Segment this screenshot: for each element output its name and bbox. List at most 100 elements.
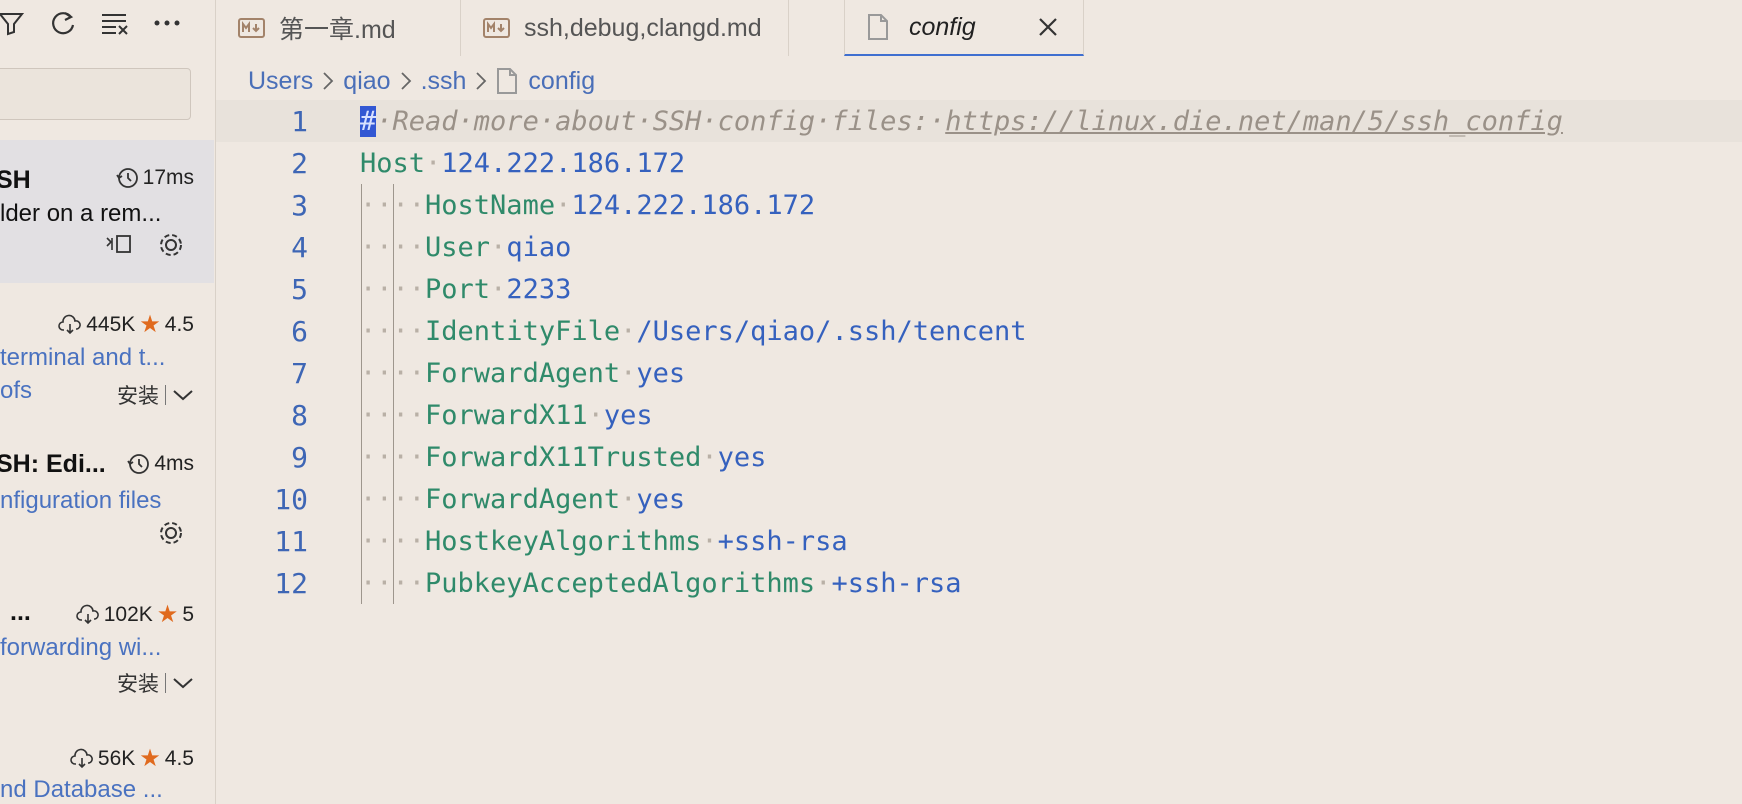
rating: 5	[182, 602, 194, 626]
code-line[interactable]: 5 ····Port·2233	[216, 268, 1742, 310]
indent-guide	[393, 184, 394, 604]
line-content: ····ForwardX11Trusted·yes	[360, 442, 766, 473]
config-key: PubkeyAcceptedAlgorithms	[425, 567, 816, 599]
extension-item[interactable]: 56K ★ 4.5 nd Database ...	[0, 740, 214, 804]
line-number: 11	[274, 524, 308, 558]
more-icon[interactable]	[152, 8, 182, 38]
config-key: HostkeyAlgorithms	[425, 525, 702, 557]
extension-meta: 445K ★ 4.5	[58, 310, 194, 339]
indent-guide	[361, 184, 362, 604]
whitespace: ·	[620, 315, 637, 347]
chevron-down-icon[interactable]	[172, 676, 194, 690]
install-label: 安装	[117, 385, 159, 408]
extension-description: lder on a rem...	[0, 200, 162, 227]
code-line[interactable]: 7 ····ForwardAgent·yes	[216, 352, 1742, 394]
download-cloud-icon	[70, 748, 93, 768]
line-content: ····HostkeyAlgorithms·+ssh-rsa	[360, 526, 848, 557]
chevron-down-icon[interactable]	[172, 388, 194, 402]
whitespace: ·	[620, 357, 637, 389]
line-number: 5	[291, 272, 308, 306]
line-number: 10	[274, 482, 308, 516]
tab-chapter-one[interactable]: 第一章.md	[216, 0, 461, 56]
star-icon: ★	[139, 745, 161, 772]
line-content: ····Port·2233	[360, 274, 571, 305]
line-content: ····User·qiao	[360, 232, 571, 263]
tab-config[interactable]: config	[844, 0, 1084, 56]
editor-tab-bar: 第一章.md ssh,debug,clangd.md config	[216, 0, 1742, 57]
extension-name: SH: Edi...	[0, 450, 106, 478]
filter-icon[interactable]	[0, 8, 26, 38]
code-line[interactable]: 6 ····IdentityFile·/Users/qiao/.ssh/tence…	[216, 310, 1742, 352]
extension-meta: 56K ★ 4.5	[70, 744, 194, 773]
gear-icon[interactable]	[156, 518, 186, 553]
activation-time: 4ms	[154, 452, 194, 475]
whitespace: ·	[490, 273, 507, 305]
extension-description: terminal and t...	[0, 344, 166, 371]
install-button[interactable]: 安装	[117, 668, 194, 698]
install-button[interactable]: 安装	[117, 380, 194, 410]
whitespace: ·	[555, 189, 572, 221]
star-icon: ★	[139, 311, 161, 338]
gear-icon[interactable]	[156, 230, 186, 265]
history-icon	[115, 168, 138, 188]
rating: 4.5	[164, 312, 194, 336]
line-content: ····IdentityFile·/Users/qiao/.ssh/tencen…	[360, 316, 1027, 347]
download-count: 445K	[86, 312, 136, 336]
breadcrumb-item-users[interactable]: Users	[248, 67, 313, 96]
line-number: 7	[291, 356, 308, 390]
remote-window-icon[interactable]	[104, 232, 134, 261]
code-line[interactable]: 4 ····User·qiao	[216, 226, 1742, 268]
config-value: yes	[717, 441, 767, 473]
cursor-selection: #	[360, 105, 377, 137]
extension-name: ...	[10, 598, 31, 626]
extension-name: SH	[0, 166, 31, 194]
config-key: HostName	[425, 189, 556, 221]
extension-description: nd Database ...	[0, 776, 163, 803]
breadcrumb-item-qiao[interactable]: qiao	[343, 67, 390, 96]
whitespace: ·	[587, 399, 604, 431]
code-line[interactable]: 12 ····PubkeyAcceptedAlgorithms·+ssh-rsa	[216, 562, 1742, 604]
config-value: 124.222.186.172	[571, 189, 816, 221]
file-icon	[868, 14, 888, 40]
code-line[interactable]: 3 ····HostName·124.222.186.172	[216, 184, 1742, 226]
config-key: ForwardAgent	[425, 357, 621, 389]
breadcrumb-item-config[interactable]: config	[528, 67, 595, 96]
tab-ssh-debug-clangd[interactable]: ssh,debug,clangd.md	[461, 0, 789, 56]
code-line[interactable]: 10 ····ForwardAgent·yes	[216, 478, 1742, 520]
code-line[interactable]: 2 Host·124.222.186.172	[216, 142, 1742, 184]
extension-item[interactable]: 445K ★ 4.5 terminal and t... ofs 安装	[0, 300, 214, 410]
tab-title: config	[909, 12, 976, 41]
extension-meta: 17ms	[115, 166, 194, 190]
line-number: 6	[291, 314, 308, 348]
extensions-sidebar: SH 17ms lder on a rem... 445K ★ 4.5 term…	[0, 0, 216, 804]
config-value: 2233	[506, 273, 572, 305]
extension-search-input[interactable]	[0, 68, 191, 120]
code-editor[interactable]: 1 #·Read·more·about·SSH·config·files:·htt…	[216, 100, 1742, 804]
line-content: Host·124.222.186.172	[360, 148, 685, 179]
config-key: User	[425, 231, 491, 263]
extension-item[interactable]: SH 17ms lder on a rem...	[0, 140, 214, 283]
code-line[interactable]: 8 ····ForwardX11·yes	[216, 394, 1742, 436]
whitespace: ·	[815, 567, 832, 599]
install-label: 安装	[117, 673, 159, 696]
line-content: ····ForwardAgent·yes	[360, 484, 685, 515]
history-icon	[127, 454, 150, 474]
breadcrumb: Users qiao .ssh config	[248, 64, 595, 98]
code-line[interactable]: 1 #·Read·more·about·SSH·config·files:·htt…	[216, 100, 1742, 142]
close-icon[interactable]	[1033, 12, 1063, 42]
code-line[interactable]: 11 ····HostkeyAlgorithms·+ssh-rsa	[216, 520, 1742, 562]
markdown-icon	[238, 18, 265, 38]
tab-title: 第一章.md	[279, 16, 396, 44]
extension-publisher: ofs	[0, 377, 33, 404]
refresh-icon[interactable]	[48, 8, 78, 38]
line-number: 4	[291, 230, 308, 264]
rating: 4.5	[164, 746, 194, 770]
breadcrumb-item-ssh[interactable]: .ssh	[421, 67, 467, 96]
extension-meta: 4ms	[126, 452, 194, 476]
clear-list-icon[interactable]	[100, 8, 130, 38]
chevron-right-icon	[321, 70, 335, 92]
extension-item[interactable]: ... 102K ★ 5 forwarding wi... 安装	[0, 590, 214, 700]
code-line[interactable]: 9 ····ForwardX11Trusted·yes	[216, 436, 1742, 478]
line-content: ····ForwardAgent·yes	[360, 358, 685, 389]
extension-item[interactable]: SH: Edi... 4ms nfiguration files	[0, 440, 214, 560]
